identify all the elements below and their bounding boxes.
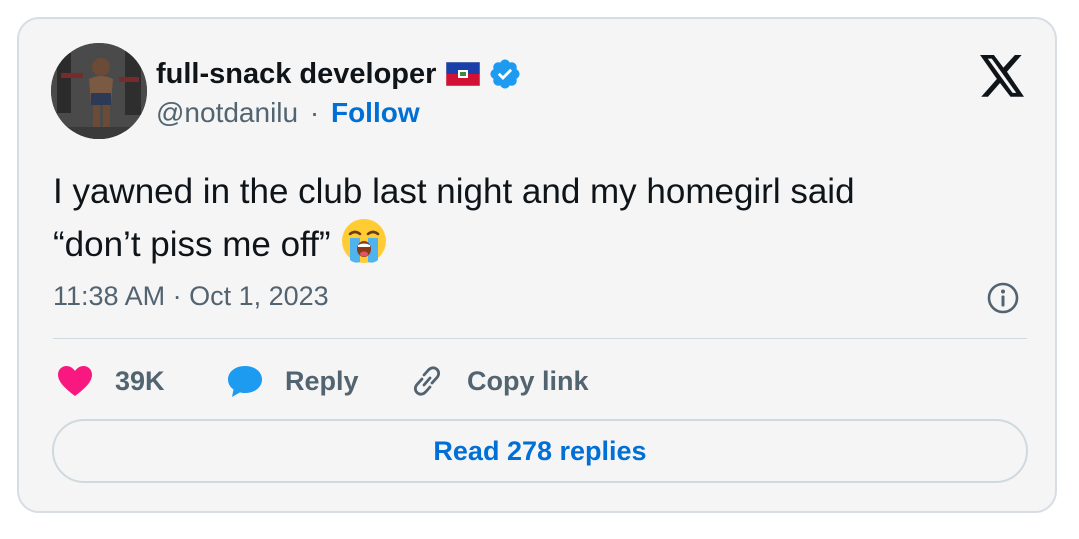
like-button[interactable]: 39K [55,363,165,399]
reply-label: Reply [285,365,359,396]
tweet-quote: “don’t piss me off” [53,225,331,264]
info-icon[interactable] [986,281,1020,315]
author-handle[interactable]: @notdanilu [156,97,298,128]
link-icon [407,363,447,399]
haiti-flag-icon [446,62,481,86]
heart-icon [55,363,95,399]
divider [53,338,1027,339]
read-replies-label: Read 278 replies [433,435,647,466]
copy-link-label: Copy link [467,365,589,396]
reply-button[interactable]: Reply [225,363,359,399]
tweet-text-line-2: “don’t piss me off” [53,216,1013,269]
follow-button[interactable]: Follow [331,97,420,128]
x-logo-icon[interactable] [980,55,1026,97]
loudly-crying-face-emoji-icon [339,216,389,266]
avatar-photo [51,43,147,139]
speech-bubble-icon [225,363,265,399]
copy-link-button[interactable]: Copy link [407,363,589,399]
tweet-text-line-1: I yawned in the club last night and my h… [53,172,855,211]
tweet-text: I yawned in the club last night and my h… [53,167,1013,269]
read-replies-button[interactable]: Read 278 replies [52,419,1028,483]
author-handle-row: @notdanilu · Follow [156,97,420,129]
author-name-row[interactable]: full-snack developer [156,57,522,91]
separator-dot: · [309,97,320,128]
author-display-name[interactable]: full-snack developer [156,58,436,91]
author-avatar[interactable] [51,43,147,139]
tweet-card: full-snack developer @notdanilu · Follow [17,17,1057,513]
like-count: 39K [115,365,165,396]
verified-badge-icon [488,57,522,91]
tweet-timestamp[interactable]: 11:38 AM · Oct 1, 2023 [53,281,329,312]
